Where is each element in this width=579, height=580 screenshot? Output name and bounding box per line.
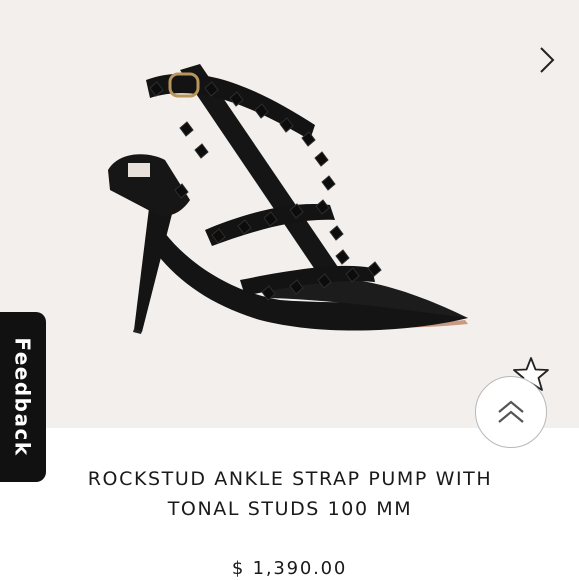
chevron-right-icon[interactable] [532, 40, 562, 80]
feedback-label: Feedback [11, 337, 36, 457]
scroll-to-top-button[interactable] [475, 376, 547, 448]
product-image-gallery[interactable] [0, 0, 579, 428]
feedback-button[interactable]: Feedback [0, 312, 46, 482]
product-price: $ 1,390.00 [231, 558, 348, 579]
product-title-line-2: TONAL STUDS 100 MM [167, 498, 413, 520]
product-title-line-1: ROCKSTUD ANKLE STRAP PUMP WITH [87, 468, 493, 490]
double-chevron-up-icon [498, 400, 524, 423]
product-title: ROCKSTUD ANKLE STRAP PUMP WITH TONAL STU… [40, 464, 540, 524]
product-image [108, 64, 468, 334]
